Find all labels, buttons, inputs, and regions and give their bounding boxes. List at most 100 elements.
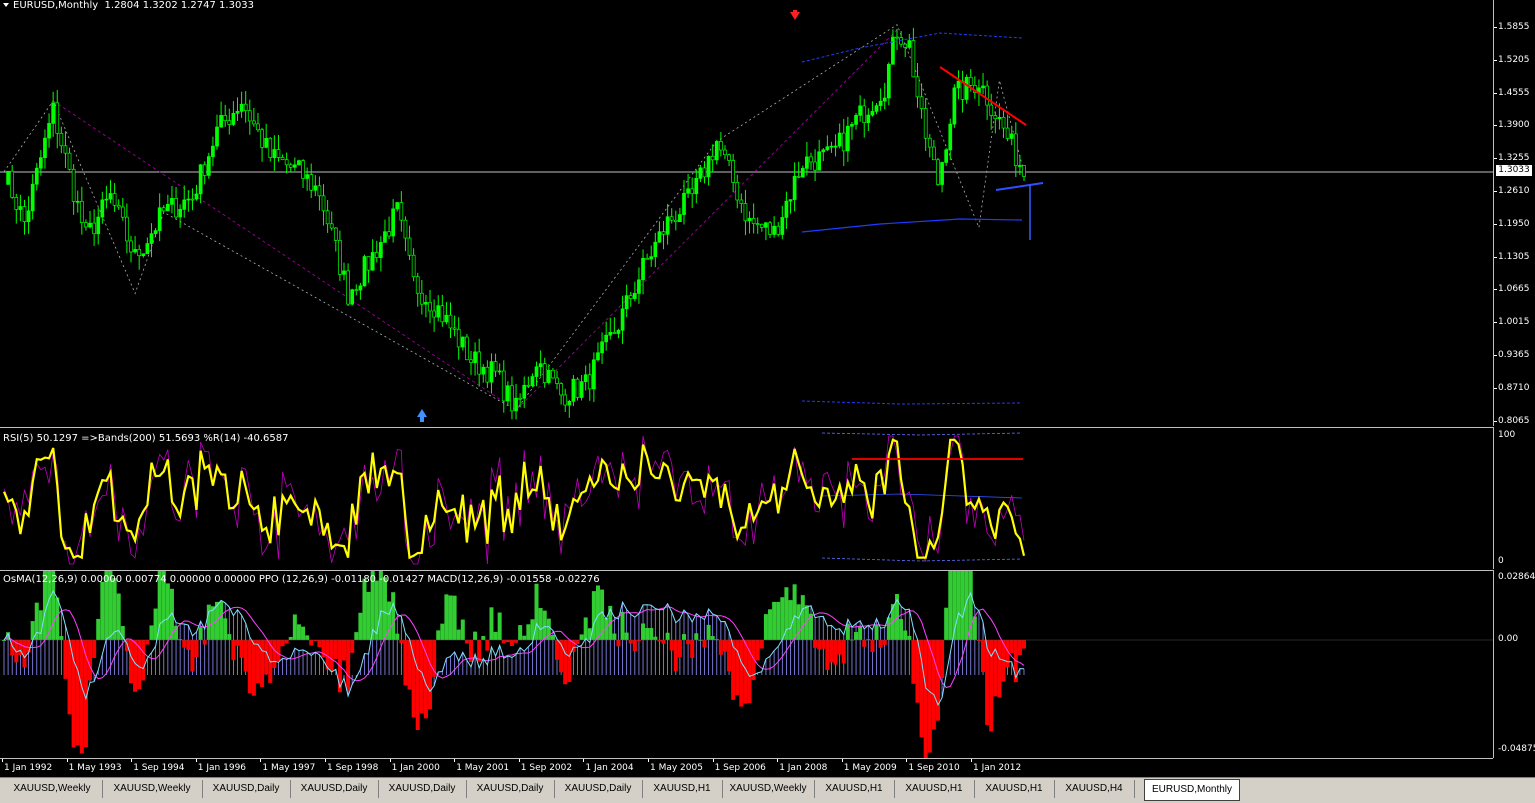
chart-tab[interactable]: XAUUSD,Daily (202, 780, 291, 798)
candle-body (170, 198, 174, 205)
candle-body (919, 96, 924, 109)
candle-body (215, 126, 219, 147)
candle-body (719, 141, 723, 151)
candle-body (559, 383, 563, 396)
candle-body (460, 336, 465, 348)
osma-bar (661, 640, 666, 644)
chart-tab[interactable]: XAUUSD,Daily (290, 780, 379, 798)
candle-body (407, 237, 412, 256)
candle-body (424, 302, 428, 305)
candle-body (878, 100, 883, 106)
rsi-svg (2, 432, 1026, 565)
time-tick (648, 759, 649, 762)
candle-body (968, 76, 973, 86)
osma-bar (59, 636, 64, 640)
price-chart-pane[interactable]: EURUSD,Monthly 1.2804 1.3202 1.2747 1.30… (0, 0, 1493, 426)
candle-body (43, 137, 47, 158)
candle-body (186, 198, 191, 201)
candle-body (620, 308, 625, 331)
candle-body (637, 279, 641, 294)
chart-tab[interactable]: XAUUSD,H1 (974, 780, 1055, 798)
osma-bar (776, 601, 781, 640)
candle-body (612, 332, 617, 334)
chart-tab[interactable]: XAUUSD,H1 (894, 780, 975, 798)
osma-bar (677, 640, 682, 658)
candle-body (743, 203, 748, 222)
osma-bar (292, 614, 297, 640)
candle-body (10, 170, 15, 198)
candle-body (157, 207, 162, 231)
price-tick-mark (1494, 223, 1497, 225)
candle-body (223, 115, 228, 122)
macd-pane[interactable]: OsMA(12,26,9) 0.00000 0.00774 0.00000 0.… (0, 570, 1493, 759)
osma-bar (391, 592, 396, 640)
price-tick-label: 0.8065 (1498, 415, 1530, 426)
osma-bar (452, 595, 457, 640)
time-tick (66, 759, 68, 762)
williams-r-line (3, 435, 1025, 565)
osma-bar (899, 619, 904, 640)
osma-bar (481, 636, 486, 640)
candle-body (682, 192, 686, 215)
candle-body (174, 198, 178, 218)
candle-body (641, 257, 645, 281)
osma-bar (514, 640, 519, 643)
candle-body (292, 164, 297, 168)
candle-body (333, 227, 338, 241)
time-tick (971, 759, 972, 762)
candle-body (166, 203, 170, 212)
price-tick-mark (1494, 27, 1497, 28)
osma-bar (763, 614, 768, 640)
chart-tab[interactable]: XAUUSD,Weekly (2, 780, 103, 798)
candle-body (510, 385, 514, 412)
osma-bar (858, 626, 863, 640)
candle-body (780, 217, 785, 235)
chart-tab[interactable]: XAUUSD,Weekly (722, 780, 815, 798)
candle-body (710, 155, 715, 161)
candle-body (18, 206, 23, 210)
candle-body (469, 359, 473, 363)
candle-body (100, 199, 105, 218)
dropdown-arrow-icon[interactable] (3, 3, 9, 7)
osma-bar (296, 624, 301, 640)
candle-body (854, 115, 858, 125)
osma-bar (759, 640, 764, 649)
osma-bar (75, 640, 80, 746)
candle-body (39, 157, 43, 169)
time-tick (518, 759, 520, 762)
chart-tab[interactable]: EURUSD,Monthly (1144, 779, 1240, 801)
chart-tab[interactable]: XAUUSD,H1 (642, 780, 723, 798)
osma-bar (800, 595, 805, 640)
candle-body (874, 105, 879, 112)
osma-bar (645, 628, 650, 640)
rsi-pane[interactable]: RSI(5) 50.1297 =>Bands(200) 51.5693 %R(1… (0, 427, 1493, 570)
candle-body (772, 225, 776, 235)
chart-tab[interactable]: XAUUSD,Weekly (102, 780, 203, 798)
osma-bar (555, 640, 560, 660)
candle-body (940, 162, 944, 185)
candle-body (411, 254, 416, 278)
candle-body (809, 156, 813, 163)
time-label: 1 May 2009 (843, 763, 897, 773)
chart-tab[interactable]: XAUUSD,Daily (554, 780, 643, 798)
candle-body (903, 43, 908, 48)
osma-bar (456, 629, 461, 640)
chart-tab[interactable]: XAUUSD,Daily (378, 780, 467, 798)
candle-body (178, 209, 182, 218)
osma-bar (768, 609, 773, 640)
osma-bar (497, 612, 502, 640)
chart-tab[interactable]: XAUUSD,H4 (1054, 780, 1135, 798)
osma-bar (935, 640, 940, 721)
candle-body (481, 366, 486, 375)
candle-body (444, 314, 449, 323)
time-tick (260, 759, 262, 762)
chart-tab[interactable]: XAUUSD,Daily (466, 780, 555, 798)
time-label: 1 May 1997 (262, 763, 316, 773)
osma-bar (190, 640, 195, 672)
candle-body (485, 366, 490, 383)
candle-body (104, 198, 109, 201)
osma-bar (641, 623, 646, 640)
chart-tab[interactable]: XAUUSD,H1 (814, 780, 895, 798)
osma-bar (366, 591, 371, 640)
candle-body (813, 161, 817, 171)
